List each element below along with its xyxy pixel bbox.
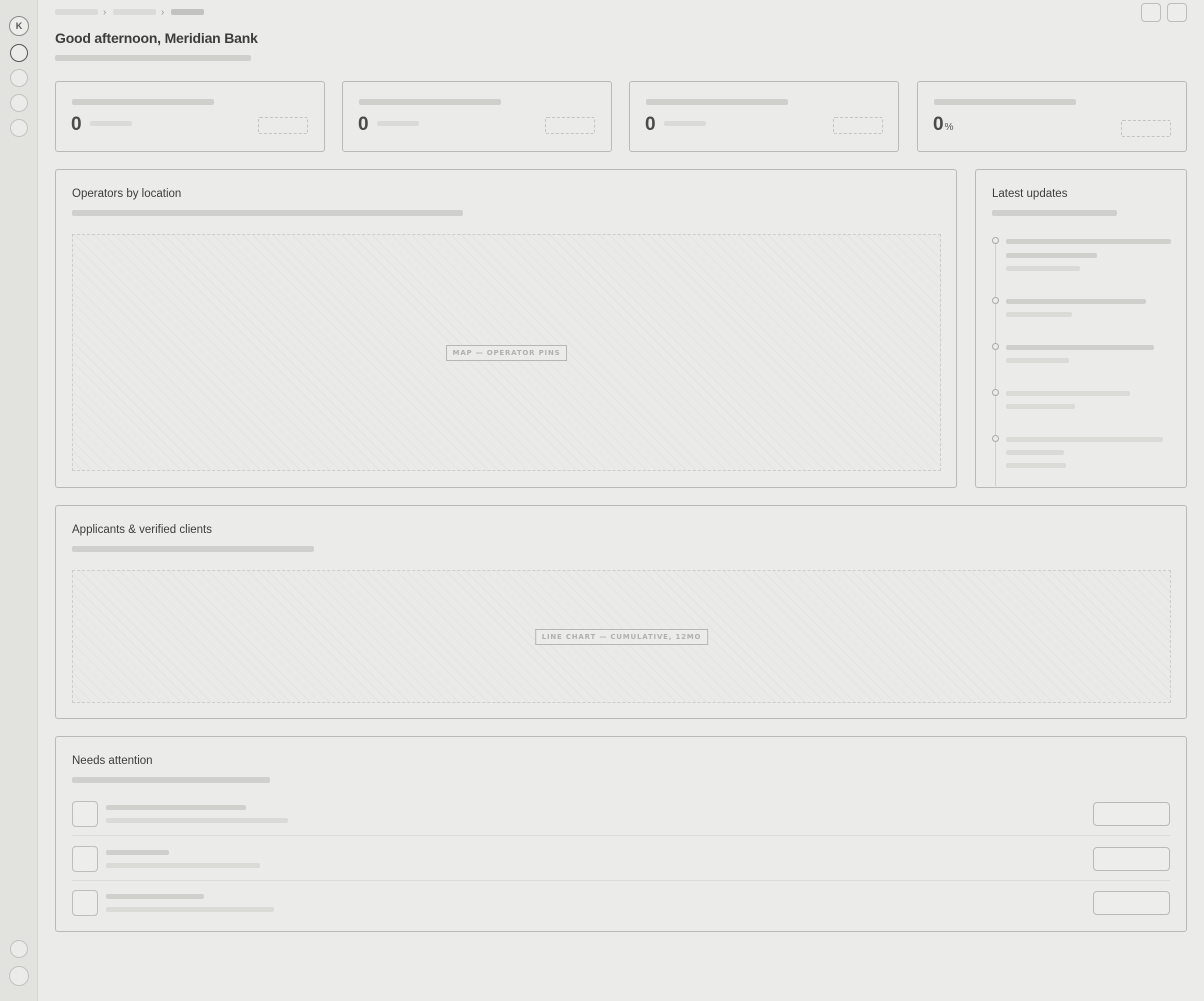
row-title bbox=[106, 894, 204, 899]
kpi-label bbox=[72, 99, 214, 105]
update-title[interactable] bbox=[1006, 345, 1154, 350]
kpi-delta bbox=[90, 121, 132, 126]
kpi-sparkline bbox=[258, 117, 308, 134]
header-action-button-1[interactable] bbox=[1141, 3, 1161, 22]
applicants-chart-card: Applicants & verified clients LINE CHART… bbox=[55, 505, 1187, 719]
card-title: Operators by location bbox=[72, 188, 182, 200]
card-subtitle bbox=[72, 546, 314, 552]
row-subtitle bbox=[106, 818, 288, 823]
row-title bbox=[106, 805, 246, 810]
update-title[interactable] bbox=[1006, 299, 1146, 304]
update-title[interactable] bbox=[1006, 239, 1171, 244]
sidebar-bottom-item-icon[interactable] bbox=[10, 940, 28, 958]
timeline-dot-icon bbox=[992, 389, 999, 396]
kpi-value: 0% bbox=[933, 114, 954, 135]
update-meta bbox=[1006, 404, 1075, 409]
update-title-line2 bbox=[1006, 450, 1064, 455]
kpi-delta bbox=[377, 121, 419, 126]
kpi-label bbox=[934, 99, 1076, 105]
card-title: Latest updates bbox=[992, 188, 1068, 200]
card-subtitle bbox=[992, 210, 1117, 216]
update-title-line2 bbox=[1006, 253, 1097, 258]
sidebar-item-1-icon[interactable] bbox=[10, 44, 28, 62]
row-subtitle bbox=[106, 907, 274, 912]
kpi-card-2: 0 bbox=[342, 81, 612, 152]
row-action-button[interactable] bbox=[1093, 802, 1170, 826]
update-meta bbox=[1006, 463, 1066, 468]
page-subtitle bbox=[55, 55, 251, 61]
profile-circle-icon[interactable] bbox=[9, 966, 29, 986]
workspace-avatar[interactable]: K bbox=[9, 16, 29, 36]
card-subtitle bbox=[72, 210, 463, 216]
row-divider bbox=[72, 880, 1170, 881]
kpi-value: 0 bbox=[358, 114, 369, 135]
sidebar-item-4-icon[interactable] bbox=[10, 119, 28, 137]
timeline-dot-icon bbox=[992, 297, 999, 304]
row-checkbox[interactable] bbox=[72, 846, 98, 872]
header-action-button-2[interactable] bbox=[1167, 3, 1187, 22]
row-subtitle bbox=[106, 863, 260, 868]
sidebar-item-2-icon[interactable] bbox=[10, 69, 28, 87]
kpi-value: 0 bbox=[645, 114, 656, 135]
kpi-card-3: 0 bbox=[629, 81, 899, 152]
row-action-button[interactable] bbox=[1093, 847, 1170, 871]
card-title: Needs attention bbox=[72, 755, 153, 767]
breadcrumb-item-1[interactable] bbox=[55, 9, 98, 15]
kpi-value: 0 bbox=[71, 114, 82, 135]
update-meta bbox=[1006, 312, 1072, 317]
operators-map-card: Operators by location MAP — OPERATOR PIN… bbox=[55, 169, 957, 488]
kpi-delta bbox=[664, 121, 706, 126]
kpi-card-4: 0% bbox=[917, 81, 1187, 152]
sidebar: K bbox=[0, 0, 38, 1001]
breadcrumb-current bbox=[171, 9, 204, 15]
timeline-line bbox=[995, 240, 996, 486]
row-checkbox[interactable] bbox=[72, 801, 98, 827]
kpi-label bbox=[646, 99, 788, 105]
kpi-card-1: 0 bbox=[55, 81, 325, 152]
update-meta bbox=[1006, 266, 1080, 271]
update-meta bbox=[1006, 358, 1069, 363]
sidebar-item-3-icon[interactable] bbox=[10, 94, 28, 112]
operator-map[interactable]: MAP — OPERATOR PINS bbox=[72, 234, 941, 471]
row-checkbox[interactable] bbox=[72, 890, 98, 916]
latest-updates-card: Latest updates bbox=[975, 169, 1187, 488]
chart-placeholder-label: LINE CHART — CUMULATIVE, 12MO bbox=[534, 628, 709, 645]
card-title: Applicants & verified clients bbox=[72, 524, 212, 536]
timeline-dot-icon bbox=[992, 435, 999, 442]
map-placeholder-label: MAP — OPERATOR PINS bbox=[445, 344, 568, 361]
timeline-dot-icon bbox=[992, 343, 999, 350]
update-title[interactable] bbox=[1006, 437, 1163, 442]
row-title bbox=[106, 850, 169, 855]
card-subtitle bbox=[72, 777, 270, 783]
chevron-right-icon: › bbox=[161, 7, 165, 18]
needs-attention-card: Needs attention bbox=[55, 736, 1187, 932]
chevron-right-icon: › bbox=[103, 7, 107, 18]
kpi-sparkline bbox=[1121, 120, 1171, 137]
page-title: Good afternoon, Meridian Bank bbox=[55, 30, 258, 46]
kpi-sparkline bbox=[545, 117, 595, 134]
cumulative-line-chart[interactable]: LINE CHART — CUMULATIVE, 12MO bbox=[72, 570, 1171, 703]
timeline-dot-icon bbox=[992, 237, 999, 244]
update-title[interactable] bbox=[1006, 391, 1130, 396]
row-action-button[interactable] bbox=[1093, 891, 1170, 915]
row-divider bbox=[72, 835, 1170, 836]
kpi-label bbox=[359, 99, 501, 105]
breadcrumb-item-2[interactable] bbox=[113, 9, 156, 15]
kpi-sparkline bbox=[833, 117, 883, 134]
